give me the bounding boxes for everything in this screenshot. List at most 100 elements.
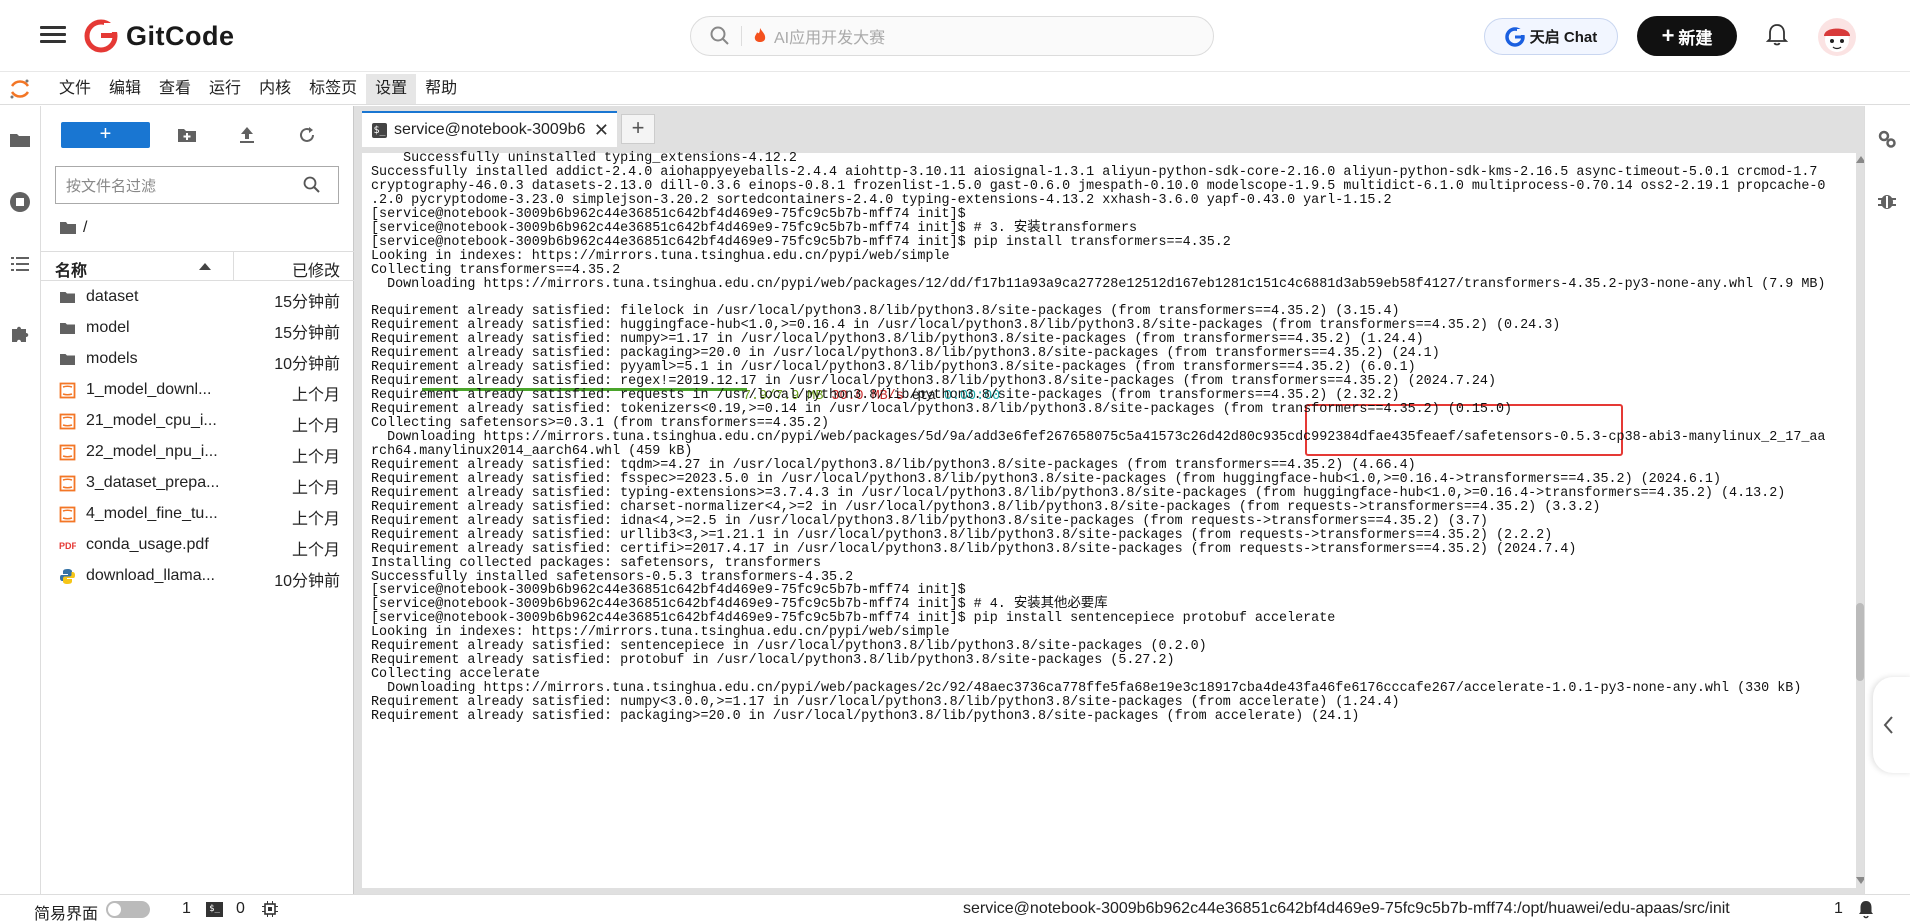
terminal-line: Requirement already satisfied: packaging… [371, 709, 1360, 724]
terminal-status-icon: $_ [206, 902, 223, 917]
simple-mode-toggle[interactable] [106, 901, 150, 918]
menu-edit[interactable]: 编辑 [100, 74, 150, 104]
file-modified-time: 上个月 [291, 418, 340, 435]
scrollbar-thumb[interactable] [1856, 603, 1864, 681]
running-kernels-icon[interactable] [8, 190, 32, 214]
jupyter-menu-bar: 文件 编辑 查看 运行 内核 标签页 设置 帮助 [0, 73, 1910, 105]
status-bell-icon[interactable] [1856, 899, 1876, 919]
file-row-notebook[interactable]: 21_model_cpu_i... 上个月 [41, 406, 354, 437]
file-name: 22_model_npu_i... [86, 443, 218, 460]
hamburger-menu-icon[interactable] [40, 22, 66, 48]
new-button[interactable]: + 新建 [1637, 16, 1737, 56]
tianqi-chat-button[interactable]: 天启 Chat [1484, 18, 1618, 55]
kernel-count: 1 [182, 900, 191, 917]
file-row-notebook[interactable]: 4_model_fine_tu... 上个月 [41, 499, 354, 530]
menu-view[interactable]: 查看 [150, 74, 200, 104]
sort-ascending-icon[interactable] [199, 263, 211, 270]
notification-count: 1 [1834, 900, 1843, 917]
file-row-folder[interactable]: dataset 15分钟前 [41, 282, 354, 313]
file-modified-time: 上个月 [291, 387, 340, 404]
close-tab-icon[interactable]: ✕ [594, 120, 609, 141]
file-row-notebook[interactable]: 3_dataset_prepa... 上个月 [41, 468, 354, 499]
file-row-pdf[interactable]: PDF conda_usage.pdf 上个月 [41, 530, 354, 561]
chat-logo-icon [1504, 26, 1525, 47]
table-of-contents-icon[interactable] [8, 252, 32, 276]
notification-bell-icon[interactable] [1765, 22, 1789, 48]
file-modified-time: 上个月 [291, 542, 340, 559]
cpu-chip-icon[interactable] [262, 901, 278, 917]
file-modified-time: 10分钟前 [274, 573, 340, 590]
python-file-icon [60, 569, 75, 584]
notebook-icon [59, 506, 76, 523]
menu-help[interactable]: 帮助 [416, 74, 466, 104]
file-name: 3_dataset_prepa... [86, 474, 220, 491]
file-row-notebook[interactable]: 1_model_downl... 上个月 [41, 375, 354, 406]
file-row-python[interactable]: download_llama... 10分钟前 [41, 561, 354, 592]
collapse-panel-button[interactable] [1873, 677, 1910, 773]
modified-column-header[interactable]: 已修改 [292, 257, 340, 281]
tab-bar: $_ service@notebook-3009b6 ✕ + [362, 111, 655, 147]
file-filter-input[interactable]: 按文件名过滤 [55, 166, 339, 204]
filter-search-icon [303, 176, 320, 193]
right-activity-bar [1864, 106, 1910, 894]
file-browser-panel: + 按文件名过滤 / 名称 已修改 dataset 15分钟前 model 15分钟前… [41, 106, 354, 894]
name-column-header[interactable]: 名称 [55, 257, 87, 281]
file-name: 1_model_downl... [86, 381, 212, 398]
search-divider [741, 26, 742, 46]
jupyter-logo-icon [10, 79, 30, 98]
status-bar: 简易界面 1 $_ 0 service@notebook-3009b6b962c… [0, 894, 1910, 923]
property-inspector-gears-icon[interactable] [1876, 128, 1898, 150]
folder-icon [60, 292, 75, 303]
add-tab-button[interactable]: + [621, 114, 655, 144]
terminal-icon: $_ [372, 122, 387, 138]
breadcrumb[interactable]: / [59, 216, 87, 240]
chevron-left-icon [1883, 716, 1893, 734]
menu-run[interactable]: 运行 [200, 74, 250, 104]
toggle-knob [108, 903, 121, 916]
svg-text:PDF: PDF [59, 541, 76, 551]
notebook-icon [59, 382, 76, 399]
gitcode-logo[interactable]: GitCode [84, 16, 235, 56]
terminal-line: Downloading https://mirrors.tuna.tsinghu… [371, 276, 1826, 292]
notebook-icon [59, 444, 76, 461]
folder-icon[interactable] [8, 128, 32, 152]
new-launcher-button[interactable]: + [61, 122, 150, 148]
notebook-icon [59, 475, 76, 492]
main-dock-area: $_ service@notebook-3009b6 ✕ + 7.9/7.9 M… [354, 106, 1866, 894]
user-avatar[interactable] [1818, 18, 1856, 56]
upload-icon[interactable] [236, 124, 258, 146]
column-divider[interactable] [233, 252, 234, 280]
menu-kernel[interactable]: 内核 [250, 74, 300, 104]
folder-icon [60, 323, 75, 334]
terminal-scrollbar[interactable] [1856, 153, 1866, 888]
tab-terminal[interactable]: $_ service@notebook-3009b6 ✕ [362, 111, 617, 147]
extension-puzzle-icon[interactable] [8, 322, 32, 346]
file-name: dataset [86, 288, 139, 305]
file-row-notebook[interactable]: 22_model_npu_i... 上个月 [41, 437, 354, 468]
refresh-icon[interactable] [296, 124, 318, 146]
menu-settings[interactable]: 设置 [366, 73, 417, 104]
fire-icon [754, 28, 766, 42]
menu-file[interactable]: 文件 [50, 74, 100, 104]
file-name: 4_model_fine_tu... [86, 505, 218, 522]
file-row-folder[interactable]: models 10分钟前 [41, 344, 354, 375]
file-row-folder[interactable]: model 15分钟前 [41, 313, 354, 344]
search-icon [710, 26, 729, 45]
file-name: download_llama... [86, 567, 215, 584]
file-modified-time: 15分钟前 [274, 294, 340, 311]
file-modified-time: 上个月 [291, 511, 340, 528]
new-folder-icon[interactable] [176, 124, 198, 146]
menu-tabs[interactable]: 标签页 [300, 74, 366, 104]
file-filter-placeholder: 按文件名过滤 [66, 177, 157, 195]
file-name: models [86, 350, 138, 367]
terminal-path: service@notebook-3009b6b962c44e36851c642… [963, 900, 1730, 917]
debugger-bug-icon[interactable] [1876, 190, 1898, 212]
terminal-output[interactable]: 7.9/7.9 MB 30.0 MB/s eta 0:00:00 Success… [362, 151, 1856, 888]
file-name: conda_usage.pdf [86, 536, 209, 553]
global-search-bar[interactable]: AI应用开发大赛 [690, 16, 1214, 56]
tab-label: service@notebook-3009b6 [394, 121, 586, 138]
file-name: 21_model_cpu_i... [86, 412, 217, 429]
terminal-count: 0 [236, 900, 245, 917]
new-button-label: 新建 [1678, 28, 1713, 48]
breadcrumb-folder-icon [60, 222, 76, 234]
